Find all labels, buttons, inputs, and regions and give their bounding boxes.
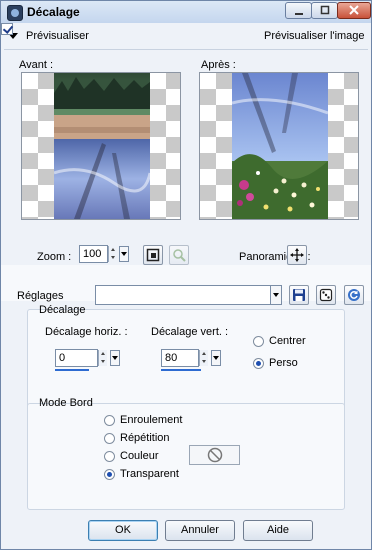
custom-radio-label[interactable]: Perso [269, 357, 298, 369]
before-label: Avant : [19, 59, 54, 71]
show-preview-checkbox[interactable] [1, 23, 13, 35]
repeat-radio[interactable] [104, 433, 115, 444]
center-radio-label[interactable]: Centrer [269, 335, 306, 347]
no-color-icon [207, 447, 222, 463]
vertical-offset-label: Décalage vert. : [151, 326, 229, 338]
randomize-button[interactable] [316, 285, 336, 305]
preview-section-label[interactable]: Prévisualiser [26, 30, 89, 42]
window-title: Décalage [27, 5, 80, 19]
zoom-label: Zoom : [37, 251, 72, 263]
before-photo [54, 73, 150, 219]
zoom-input[interactable]: 100 [79, 245, 108, 263]
show-preview-label[interactable]: Prévisualiser l'image [264, 30, 365, 42]
vertical-offset-input[interactable]: 80 [161, 349, 199, 367]
presets-bar: Réglages [1, 265, 371, 305]
move-arrows-icon [290, 248, 304, 262]
app-icon [7, 5, 23, 21]
center-radio[interactable] [253, 336, 264, 347]
zoom-tool-button[interactable] [169, 245, 189, 265]
presets-select[interactable] [95, 285, 275, 305]
after-label: Après : [201, 59, 236, 71]
before-preview[interactable] [21, 72, 181, 220]
color-radio-label[interactable]: Couleur [120, 450, 159, 462]
horizontal-offset-input[interactable]: 0 [55, 349, 98, 367]
wrap-radio-label[interactable]: Enroulement [120, 414, 182, 426]
custom-radio[interactable] [253, 358, 264, 369]
repeat-radio-label[interactable]: Répétition [120, 432, 170, 444]
cancel-button[interactable]: Annuler [165, 520, 235, 541]
zoom-actual-size-button[interactable] [143, 245, 163, 265]
color-swatch[interactable] [189, 445, 240, 465]
close-button[interactable] [337, 2, 371, 19]
vertical-offset-slider[interactable] [161, 369, 201, 371]
vertical-offset-spinner[interactable] [199, 350, 208, 366]
dialog-body: Prévisualiser Prévisualiser l'image Avan… [1, 23, 371, 549]
ok-button[interactable]: OK [88, 520, 158, 541]
horizontal-offset-slider[interactable] [55, 369, 89, 371]
edge-mode-group-title: Mode Bord [39, 397, 93, 409]
zoom-spinner[interactable] [108, 246, 117, 262]
after-photo [232, 73, 328, 219]
edge-mode-group [27, 403, 345, 510]
title-bar: Décalage [1, 1, 371, 23]
dialog-window: Décalage Prévisualiser Prévisualiser l'i… [0, 0, 372, 550]
vertical-offset-dropdown[interactable] [211, 350, 221, 366]
pan-button[interactable] [287, 245, 307, 265]
horizontal-offset-spinner[interactable] [98, 350, 107, 366]
maximize-button[interactable] [311, 2, 338, 19]
after-preview[interactable] [199, 72, 359, 220]
preview-toggle-bar: Prévisualiser Prévisualiser l'image [1, 23, 371, 49]
zoom-dropdown[interactable] [119, 246, 129, 262]
offset-group-title: Décalage [39, 304, 86, 316]
magnifier-icon [173, 249, 186, 262]
horizontal-offset-dropdown[interactable] [110, 350, 120, 366]
separator [4, 49, 368, 50]
help-button[interactable]: Aide [243, 520, 313, 541]
zoom-actual-size-icon [146, 248, 160, 262]
presets-label: Réglages [17, 290, 64, 302]
horizontal-offset-label: Décalage horiz. : [45, 326, 128, 338]
save-preset-button[interactable] [289, 285, 309, 305]
reset-arrow-icon [348, 289, 360, 301]
presets-dropdown-arrow[interactable] [270, 285, 282, 305]
transparent-radio[interactable] [104, 469, 115, 480]
save-icon [293, 289, 305, 301]
transparent-radio-label[interactable]: Transparent [120, 468, 179, 480]
wrap-radio[interactable] [104, 415, 115, 426]
reset-button[interactable] [344, 285, 364, 305]
dice-icon [319, 288, 333, 302]
color-radio[interactable] [104, 451, 115, 462]
minimize-button[interactable] [285, 2, 312, 19]
